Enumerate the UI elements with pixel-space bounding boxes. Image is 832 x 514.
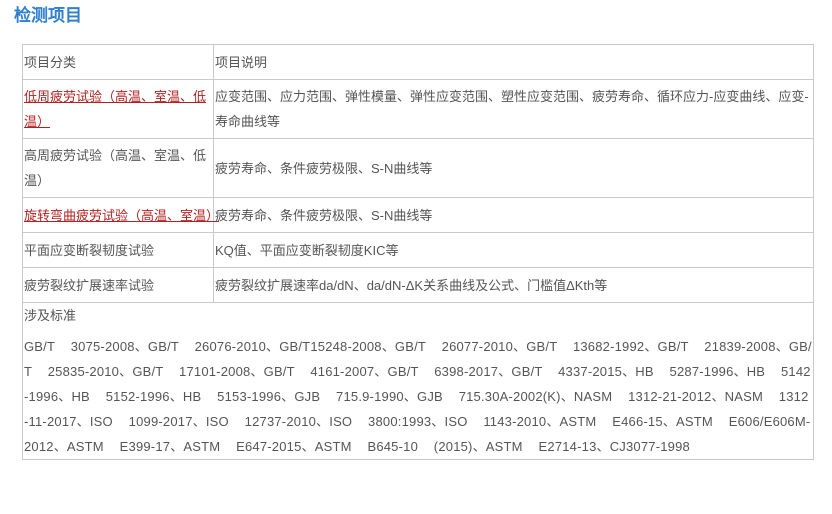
- test-items-table: 项目分类 项目说明 低周疲劳试验（高温、室温、低温） 应变范围、应力范围、弹性模…: [22, 44, 814, 460]
- category-cell: 平面应变断裂韧度试验: [22, 232, 214, 268]
- category-cell: 高周疲劳试验（高温、室温、低温）: [22, 138, 214, 198]
- standards-list: GB/T 3075-2008、GB/T 26076-2010、GB/T15248…: [24, 339, 812, 454]
- table-row: 平面应变断裂韧度试验 KQ值、平面应变断裂韧度KIC等: [22, 232, 814, 268]
- description-cell: KQ值、平面应变断裂韧度KIC等: [213, 232, 814, 268]
- header-category: 项目分类: [22, 44, 214, 80]
- header-description: 项目说明: [213, 44, 814, 80]
- table-row: 疲劳裂纹扩展速率试验 疲劳裂纹扩展速率da/dN、da/dN-ΔK关系曲线及公式…: [22, 267, 814, 303]
- category-link-low-cycle-fatigue[interactable]: 低周疲劳试验（高温、室温、低温）: [24, 89, 206, 129]
- standards-label: 涉及标准: [24, 308, 77, 323]
- description-cell: 应变范围、应力范围、弹性模量、弹性应变范围、塑性应变范围、疲劳寿命、循环应力-应…: [213, 79, 814, 139]
- description-cell: 疲劳寿命、条件疲劳极限、S-N曲线等: [213, 138, 814, 198]
- table-header-row: 项目分类 项目说明: [22, 44, 814, 80]
- category-cell: 疲劳裂纹扩展速率试验: [22, 267, 214, 303]
- table-row: 旋转弯曲疲劳试验（高温、室温） 疲劳寿命、条件疲劳极限、S-N曲线等: [22, 197, 814, 233]
- category-cell: 旋转弯曲疲劳试验（高温、室温）: [22, 197, 219, 233]
- table-row: 低周疲劳试验（高温、室温、低温） 应变范围、应力范围、弹性模量、弹性应变范围、塑…: [22, 79, 814, 139]
- standards-cell: 涉及标准 GB/T 3075-2008、GB/T 26076-2010、GB/T…: [22, 302, 814, 460]
- standards-row: 涉及标准 GB/T 3075-2008、GB/T 26076-2010、GB/T…: [22, 302, 814, 460]
- description-cell: 疲劳裂纹扩展速率da/dN、da/dN-ΔK关系曲线及公式、门槛值ΔKth等: [213, 267, 814, 303]
- category-cell: 低周疲劳试验（高温、室温、低温）: [22, 79, 214, 139]
- table-row: 高周疲劳试验（高温、室温、低温） 疲劳寿命、条件疲劳极限、S-N曲线等: [22, 138, 814, 198]
- description-cell: 疲劳寿命、条件疲劳极限、S-N曲线等: [213, 197, 814, 233]
- section-title: 检测项目: [14, 6, 82, 25]
- category-link-rotating-bending-fatigue[interactable]: 旋转弯曲疲劳试验（高温、室温）: [24, 208, 219, 223]
